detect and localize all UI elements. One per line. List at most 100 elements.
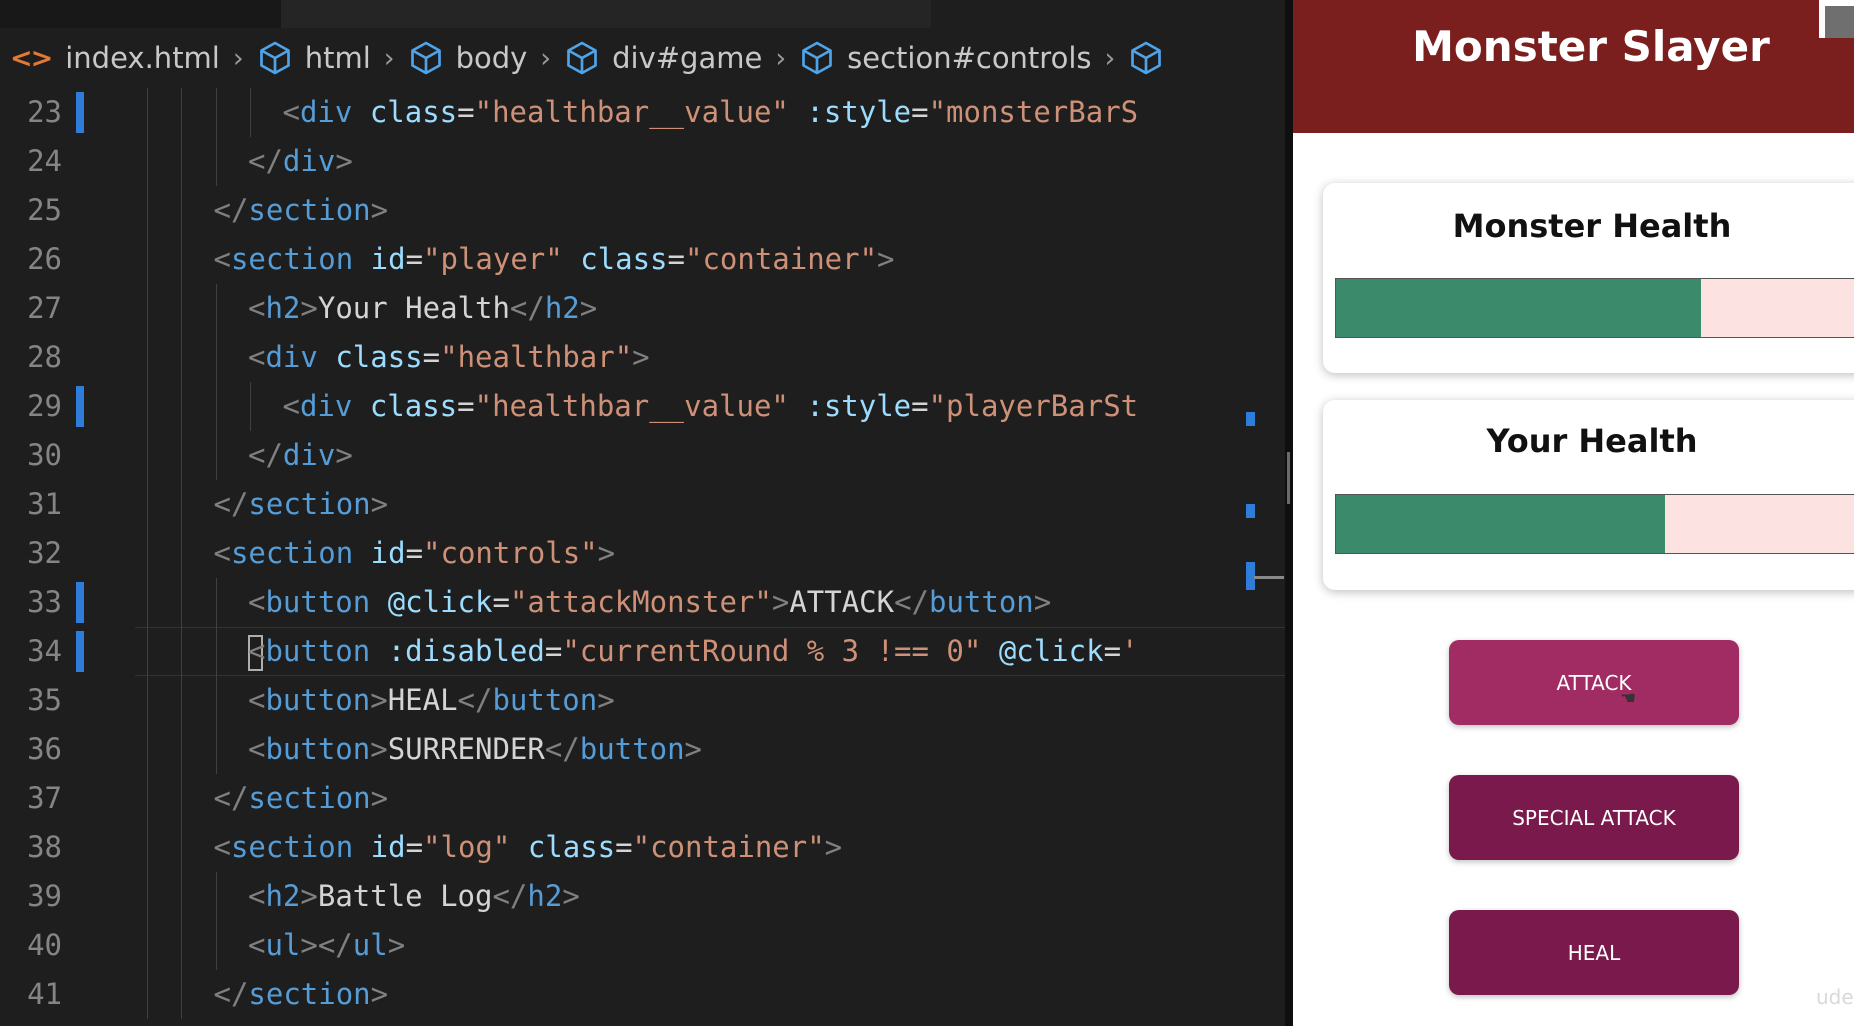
indent-guide [215, 872, 217, 921]
breadcrumb-file[interactable]: index.html [65, 41, 220, 75]
app-preview: Monster Slayer Monster Health Your Healt… [1293, 0, 1854, 1026]
code-token: "controls" [423, 536, 598, 570]
minimap-cursor-marker [1254, 576, 1284, 579]
code-text[interactable]: </section> [214, 774, 389, 823]
editor-scrollbar[interactable] [1285, 0, 1293, 1026]
code-line[interactable]: 29 <div class="healthbar__value" :style="… [0, 382, 1285, 431]
code-token: = [1103, 634, 1122, 668]
breadcrumb-button[interactable] [1128, 40, 1176, 76]
breadcrumb-body-label: body [455, 41, 528, 75]
code-text[interactable]: <div class="healthbar"> [248, 333, 650, 382]
code-text[interactable]: </div> [248, 137, 353, 186]
code-token: button [265, 683, 371, 717]
code-line[interactable]: 25 </section> [0, 186, 1285, 235]
code-line[interactable]: 32 <section id="controls"> [0, 529, 1285, 578]
line-number: 29 [27, 389, 62, 423]
code-line[interactable]: 31 </section> [0, 480, 1285, 529]
code-line[interactable]: 40 <ul></ul> [0, 921, 1285, 970]
code-line[interactable]: 28 <div class="healthbar"> [0, 333, 1285, 382]
editor-tab[interactable] [281, 0, 607, 28]
editor-scroll-thumb[interactable] [1287, 452, 1290, 504]
code-line[interactable]: 27 <h2>Your Health</h2> [0, 284, 1285, 333]
indent-guide [146, 921, 148, 970]
code-text[interactable]: <section id="log" class="container"> [214, 823, 843, 872]
code-text[interactable]: <button>SURRENDER</button> [248, 725, 702, 774]
code-text[interactable]: </section> [214, 186, 389, 235]
breadcrumb-div-game[interactable]: div#game [564, 40, 762, 76]
attack-button[interactable]: ATTACK [1449, 640, 1739, 725]
code-text[interactable]: </section> [214, 970, 389, 1019]
code-token: "healthbar" [440, 340, 633, 374]
player-health-heading: Your Health [1486, 422, 1698, 460]
code-line[interactable]: 39 <h2>Battle Log</h2> [0, 872, 1285, 921]
indent-guide [181, 382, 182, 431]
code-token: < [248, 928, 266, 962]
line-number: 35 [27, 683, 62, 717]
code-text[interactable]: <h2>Your Health</h2> [248, 284, 597, 333]
code-text[interactable]: </section> [214, 480, 389, 529]
code-line[interactable]: 23 <div class="healthbar__value" :style="… [0, 88, 1285, 137]
indent-guide [146, 382, 148, 431]
code-token: :style [806, 95, 912, 129]
code-line[interactable]: 30 </div> [0, 431, 1285, 480]
code-token: section [230, 242, 354, 276]
code-line[interactable]: 37 </section> [0, 774, 1285, 823]
code-line[interactable]: 38 <section id="log" class="container"> [0, 823, 1285, 872]
code-line[interactable]: 41 </section> [0, 970, 1285, 1019]
editor-tab-active[interactable] [931, 0, 1285, 28]
app-title: Monster Slayer [1412, 22, 1770, 71]
indent-guide [146, 480, 148, 529]
indent-guide [146, 235, 148, 284]
editor-tab[interactable] [606, 0, 932, 28]
code-text[interactable]: <h2>Battle Log</h2> [248, 872, 580, 921]
code-line[interactable]: 36 <button>SURRENDER</button> [0, 725, 1285, 774]
code-token: h2 [265, 879, 301, 913]
code-token: "container" [684, 242, 878, 276]
indent-guide [146, 186, 148, 235]
code-line[interactable]: 26 <section id="player" class="container"… [0, 235, 1285, 284]
code-editor[interactable]: <> index.html › html › body › div#game ›… [0, 0, 1285, 1026]
code-text[interactable]: </div> [248, 431, 353, 480]
code-token: = [544, 634, 563, 668]
code-token: button [265, 634, 371, 668]
code-text[interactable]: <button :disabled="currentRound % 3 !== … [248, 627, 1139, 676]
code-line[interactable]: 33 <button @click="attackMonster">ATTACK<… [0, 578, 1285, 627]
code-token: class [369, 389, 458, 423]
breadcrumb-body[interactable]: body [408, 40, 528, 76]
code-token: section [248, 487, 371, 521]
code-token: Battle Log [317, 879, 493, 913]
breadcrumb-section-controls[interactable]: section#controls [799, 40, 1092, 76]
code-text[interactable]: <section id="player" class="container"> [214, 235, 895, 284]
code-token: > [300, 879, 318, 913]
code-text[interactable]: <ul></ul> [248, 921, 405, 970]
code-line[interactable]: 35 <button>HEAL</button> [0, 676, 1285, 725]
heal-button[interactable]: HEAL [1449, 910, 1739, 995]
modified-line-marker [76, 582, 84, 623]
code-token: = [405, 536, 424, 570]
html-file-icon: <> [10, 42, 53, 74]
code-text[interactable]: <button>HEAL</button> [248, 676, 615, 725]
code-token: = [615, 830, 633, 864]
editor-tab-strip [0, 0, 1285, 28]
code-line[interactable]: 24 </div> [0, 137, 1285, 186]
code-text[interactable]: <div class="healthbar__value" :style="mo… [283, 88, 1139, 137]
code-text[interactable]: <button @click="attackMonster">ATTACK</b… [248, 578, 1051, 627]
code-token: </ [457, 683, 493, 717]
indent-guide [181, 676, 182, 725]
code-token: div [282, 438, 336, 472]
code-line[interactable]: 34 <button :disabled="currentRound % 3 !=… [0, 627, 1285, 676]
code-token: </ [213, 487, 249, 521]
code-token: > [597, 536, 616, 570]
code-text[interactable]: <div class="healthbar__value" :style="pl… [283, 382, 1139, 431]
line-number: 24 [27, 144, 62, 178]
special-attack-button[interactable]: SPECIAL ATTACK [1449, 775, 1739, 860]
line-number: 23 [27, 95, 62, 129]
code-token: < [248, 683, 266, 717]
code-token: button [579, 732, 685, 766]
code-text[interactable]: <section id="controls"> [214, 529, 616, 578]
code-token: < [282, 389, 300, 423]
breadcrumb-div-game-label: div#game [612, 41, 763, 75]
breadcrumb-html[interactable]: html [257, 40, 371, 76]
